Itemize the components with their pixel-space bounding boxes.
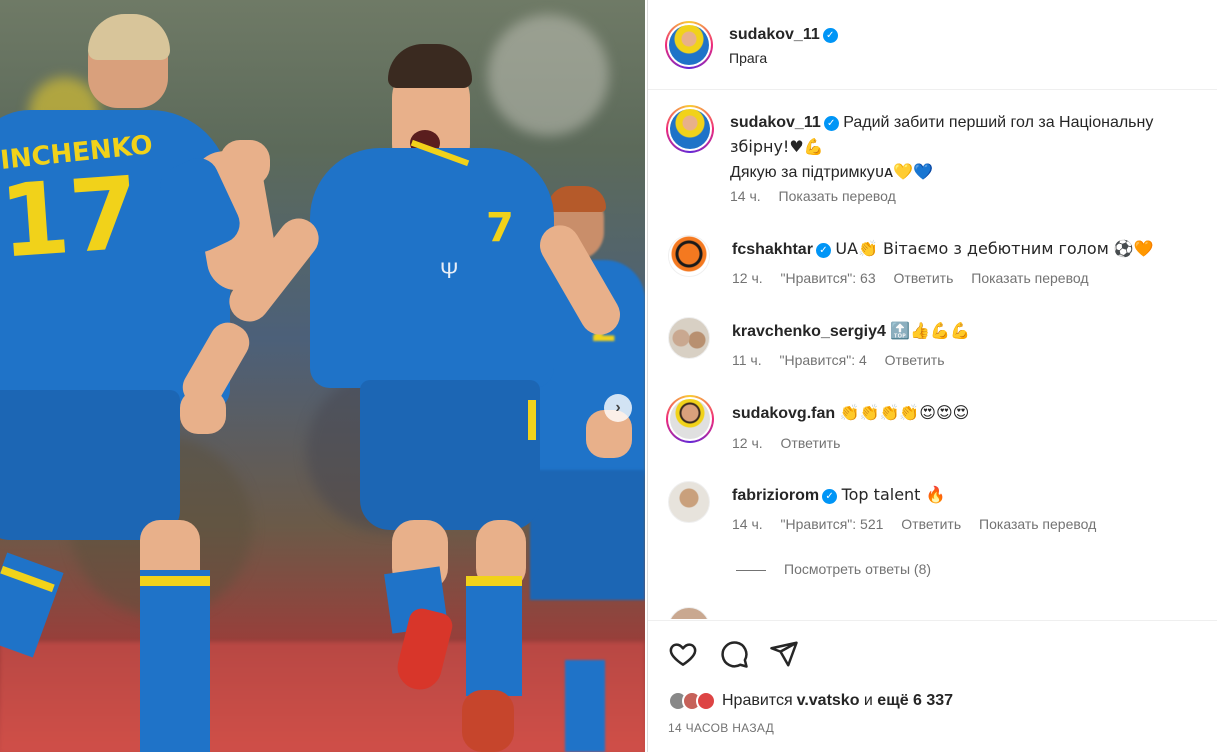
share-icon[interactable] <box>769 639 799 669</box>
comment-item: fcshakhtar ✓ UA👏 Вітаємо з дебютним голом… <box>666 233 1206 293</box>
liker-avatar <box>696 691 716 711</box>
verified-badge-icon: ✓ <box>822 28 838 43</box>
comment-time[interactable]: 12 ч. <box>732 435 763 451</box>
comment-text: 👏👏👏👏😍😍😍 <box>839 403 970 422</box>
comment-text: Top talent 🔥 <box>841 485 946 504</box>
trident-crest-icon: Ψ <box>440 258 459 283</box>
view-replies-label: Посмотреть ответы (8) <box>784 561 932 577</box>
caption-translate-link[interactable]: Показать перевод <box>779 188 896 204</box>
verified-badge-icon: ✓ <box>822 489 838 504</box>
comment-username[interactable]: kravchenko_sergiy4 <box>732 323 886 340</box>
comment-likes[interactable]: "Нравится": 63 <box>781 270 876 286</box>
fabriziorom-avatar[interactable] <box>668 481 710 523</box>
comment-reply-link[interactable]: Ответить <box>781 435 841 451</box>
comments-list[interactable]: sudakov_11 ✓ Радий забити перший гол за Н… <box>648 91 1217 619</box>
post-photo[interactable]: 17 INCHENKO 2 7 Ψ › <box>0 0 645 752</box>
post-header: sudakov_11 ✓ Прага <box>648 0 1217 90</box>
likes-prefix: Нравится <box>722 692 793 709</box>
author-avatar[interactable] <box>665 21 713 69</box>
comment-item: sudakovg.fan 👏👏👏👏😍😍😍 12 ч. Ответить <box>666 395 1206 455</box>
likes-summary: Нравится v.vatsko и ещё 6 337 <box>668 691 953 711</box>
caption-text-line2: збірну!♥💪 <box>730 137 824 156</box>
caption-time[interactable]: 14 ч. <box>730 188 761 204</box>
comment-time[interactable]: 11 ч. <box>732 352 762 368</box>
comment-text: UA👏 Вітаємо з дебютним голом ⚽🧡 <box>835 239 1154 258</box>
comment-reply-link[interactable]: Ответить <box>885 352 945 368</box>
caption-username[interactable]: sudakov_11 <box>730 114 821 131</box>
comment-time[interactable]: 12 ч. <box>732 270 763 286</box>
chevron-right-icon: › <box>615 399 621 416</box>
likes-middle: и <box>859 692 878 709</box>
post-location[interactable]: Прага <box>729 50 767 66</box>
pitch-ad-board <box>0 642 645 752</box>
comment-icon[interactable] <box>719 639 749 669</box>
post-time[interactable]: 14 ЧАСОВ НАЗАД <box>668 721 774 735</box>
comment-item: kravchenko_sergiy4 🔝👍💪💪 11 ч. "Нравится"… <box>666 315 1206 375</box>
partial-comment-avatar[interactable] <box>668 607 710 619</box>
caption-text-line1: Радий забити перший гол за Національну <box>843 114 1154 131</box>
replies-divider-line <box>736 569 766 571</box>
comment-item: fabriziorom ✓ Top talent 🔥 14 ч. "Нравитс… <box>666 479 1206 539</box>
comment-item-partial <box>666 605 1206 619</box>
caption-author-avatar[interactable] <box>666 105 714 153</box>
verified-badge-icon: ✓ <box>815 243 831 258</box>
jersey-center-number: 7 <box>486 205 514 251</box>
comment-username[interactable]: fcshakhtar <box>732 241 813 258</box>
comment-reply-link[interactable]: Ответить <box>901 516 961 532</box>
fcshakhtar-avatar[interactable] <box>668 235 710 277</box>
post-sidebar: sudakov_11 ✓ Прага sudakov_11 ✓ Радий заби… <box>647 0 1217 752</box>
comment-likes[interactable]: "Нравится": 4 <box>780 352 867 368</box>
post-actions-bar: Нравится v.vatsko и ещё 6 337 14 ЧАСОВ Н… <box>648 620 1217 752</box>
comment-time[interactable]: 14 ч. <box>732 516 763 532</box>
author-username[interactable]: sudakov_11 <box>729 26 820 43</box>
kravchenko-avatar[interactable] <box>668 317 710 359</box>
jersey-left-number: 17 <box>0 154 144 281</box>
liker-username[interactable]: v.vatsko <box>797 692 860 710</box>
caption-text-line3: Дякую за підтримку <box>730 164 875 181</box>
verified-badge-icon: ✓ <box>823 116 839 131</box>
comment-text: 🔝👍💪💪 <box>890 321 971 340</box>
next-photo-button[interactable]: › <box>604 394 632 422</box>
sudakovg-fan-avatar[interactable] <box>666 395 714 443</box>
view-replies-button[interactable]: Посмотреть ответы (8) <box>736 561 931 577</box>
comment-translate-link[interactable]: Показать перевод <box>971 270 1088 286</box>
ukraine-flag-emoji: ᴜᴀ💛💙 <box>874 162 934 181</box>
comment-username[interactable]: sudakovg.fan <box>732 405 835 422</box>
comment-reply-link[interactable]: Ответить <box>894 270 954 286</box>
likes-count-link[interactable]: ещё 6 337 <box>877 692 953 710</box>
heart-icon[interactable] <box>668 639 698 669</box>
comment-likes[interactable]: "Нравится": 521 <box>781 516 884 532</box>
post-caption: sudakov_11 ✓ Радий забити перший гол за Н… <box>666 105 1206 205</box>
comment-username[interactable]: fabriziorom <box>732 487 819 504</box>
comment-translate-link[interactable]: Показать перевод <box>979 516 1096 532</box>
